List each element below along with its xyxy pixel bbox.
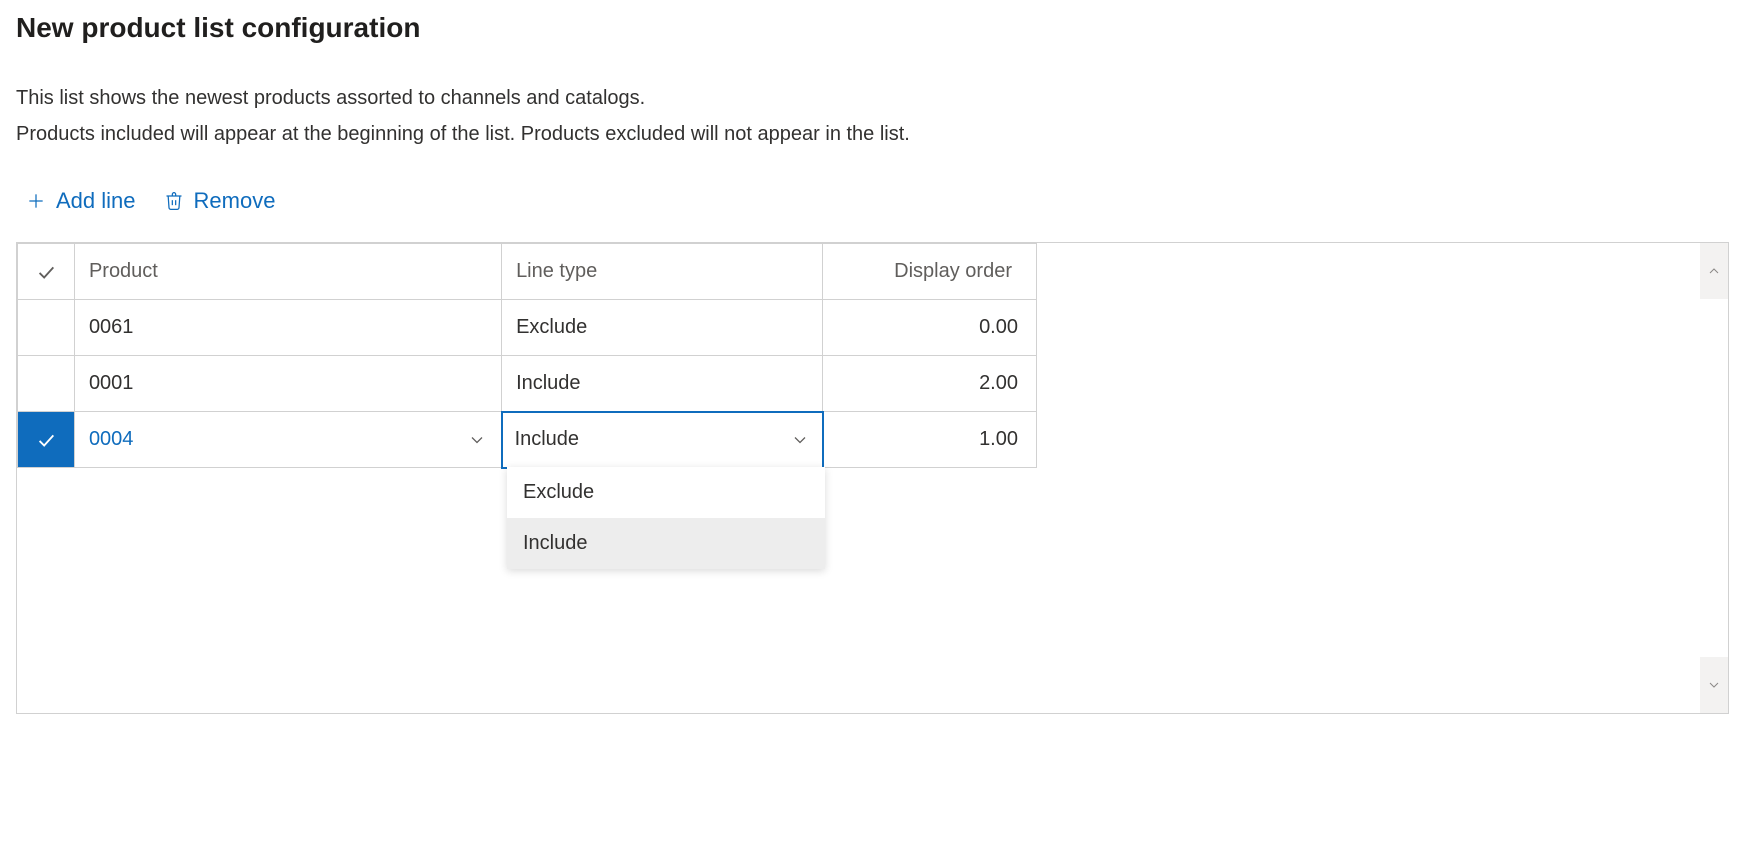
line-type-cell[interactable]: Include — [502, 356, 823, 412]
description-block: This list shows the newest products asso… — [16, 80, 1729, 152]
plus-icon — [26, 191, 46, 211]
remove-button[interactable]: Remove — [164, 184, 276, 218]
line-type-cell[interactable]: Include — [502, 412, 823, 468]
description-line-2: Products included will appear at the beg… — [16, 116, 1729, 152]
dropdown-option-include[interactable]: Include — [507, 518, 825, 569]
data-grid-container: Product Line type Display order 0061 Exc… — [16, 242, 1729, 714]
check-icon — [35, 429, 57, 451]
add-line-label: Add line — [56, 188, 136, 214]
page-title: New product list configuration — [16, 12, 1729, 44]
table-row[interactable]: 0001 Include 2.00 — [18, 356, 1037, 412]
check-icon — [35, 261, 57, 283]
chevron-down-icon[interactable] — [790, 430, 810, 450]
row-select-cell[interactable] — [18, 300, 75, 356]
product-link[interactable]: 0004 — [89, 428, 134, 451]
product-cell[interactable]: 0061 — [74, 300, 501, 356]
column-header-product[interactable]: Product — [74, 244, 501, 300]
scroll-up-button[interactable] — [1700, 243, 1728, 299]
dropdown-option-exclude[interactable]: Exclude — [507, 467, 825, 518]
trash-icon — [164, 191, 184, 211]
header-row: Product Line type Display order — [18, 244, 1037, 300]
data-grid: Product Line type Display order 0061 Exc… — [17, 243, 1037, 469]
column-header-line-type[interactable]: Line type — [502, 244, 823, 300]
table-row[interactable]: 0004 Include 1.00 — [18, 412, 1037, 468]
chevron-up-icon — [1706, 263, 1722, 279]
display-order-cell[interactable]: 1.00 — [823, 412, 1037, 468]
chevron-down-icon[interactable] — [467, 430, 487, 450]
row-select-cell[interactable] — [18, 356, 75, 412]
product-cell[interactable]: 0004 — [74, 412, 501, 468]
display-order-cell[interactable]: 2.00 — [823, 356, 1037, 412]
select-all-header[interactable] — [18, 244, 75, 300]
line-type-dropdown: Exclude Include — [507, 467, 825, 569]
product-cell[interactable]: 0001 — [74, 356, 501, 412]
line-type-value: Include — [515, 428, 580, 451]
remove-label: Remove — [194, 188, 276, 214]
scroll-down-button[interactable] — [1700, 657, 1728, 713]
display-order-cell[interactable]: 0.00 — [823, 300, 1037, 356]
table-row[interactable]: 0061 Exclude 0.00 — [18, 300, 1037, 356]
line-type-cell[interactable]: Exclude — [502, 300, 823, 356]
column-header-display-order[interactable]: Display order — [823, 244, 1037, 300]
row-select-cell[interactable] — [18, 412, 75, 468]
chevron-down-icon — [1706, 677, 1722, 693]
description-line-1: This list shows the newest products asso… — [16, 80, 1729, 116]
grid-toolbar: Add line Remove — [16, 184, 1729, 218]
vertical-scrollbar — [1700, 243, 1728, 713]
add-line-button[interactable]: Add line — [26, 184, 136, 218]
